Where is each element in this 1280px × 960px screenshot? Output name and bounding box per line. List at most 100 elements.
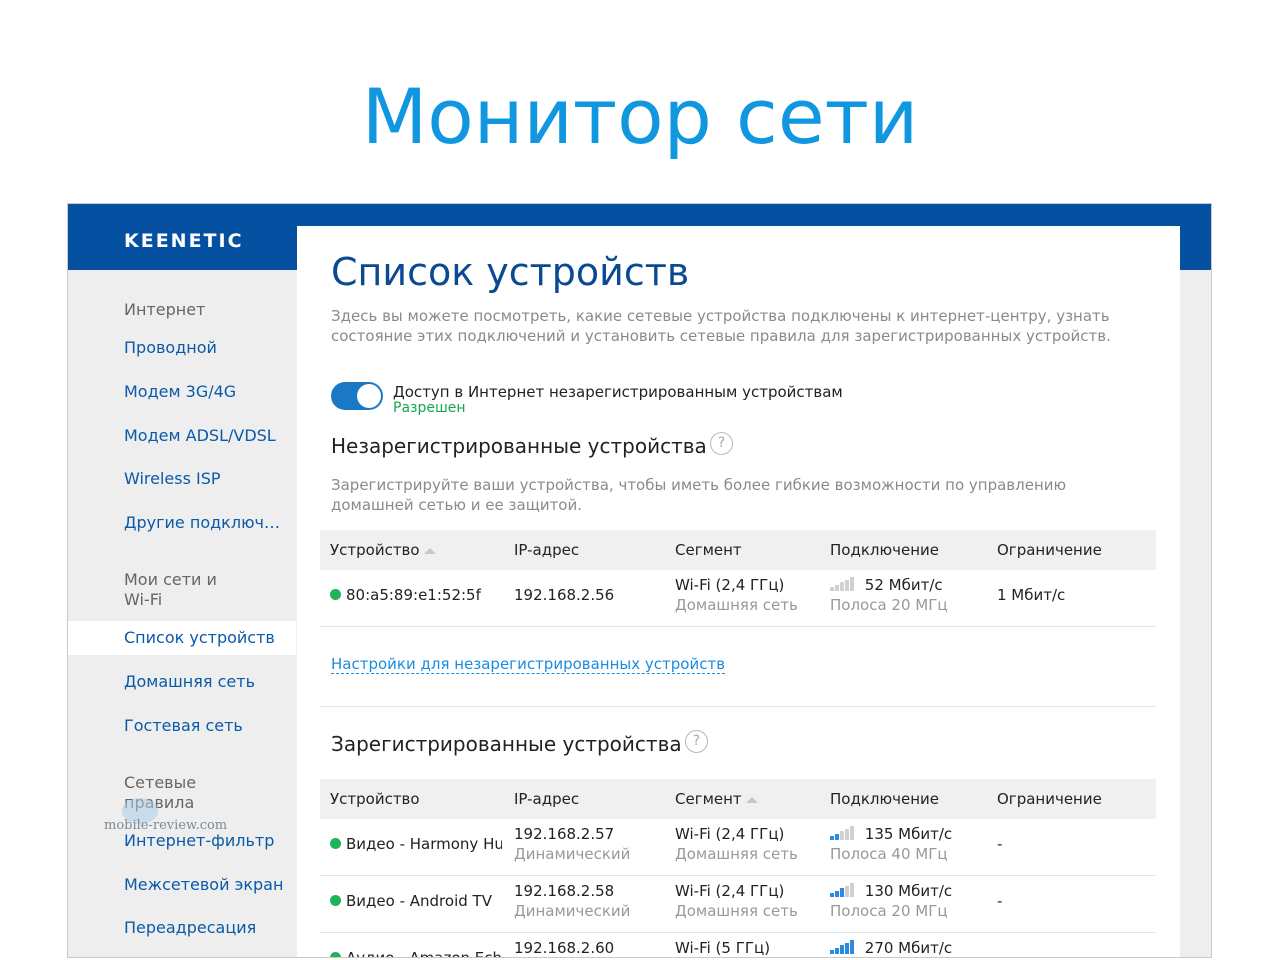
signal-bar <box>850 940 854 954</box>
limit-cell: - <box>997 892 1003 910</box>
unregistered-access-toggle[interactable] <box>331 382 383 410</box>
online-status-dot <box>330 895 341 906</box>
unregistered-description: Зарегистрируйте ваши устройства, чтобы и… <box>331 476 1067 514</box>
limit-cell: - <box>997 835 1003 853</box>
signal-bar <box>850 577 854 591</box>
column-ip[interactable]: IP-адрес <box>514 790 579 808</box>
slide-title: Монитор сети <box>361 72 919 161</box>
segment-cell: Wi-Fi (5 ГГц) <box>675 939 771 957</box>
signal-strength-icon <box>830 940 860 954</box>
sidebar-item-guest-network[interactable]: Гостевая сеть <box>124 716 289 735</box>
column-device[interactable]: Устройство <box>330 790 420 808</box>
segment-sub-cell: Домашняя сеть <box>675 902 798 920</box>
table-row[interactable]: Аудио - Amazon Echo 192.168.2.60 Wi-Fi (… <box>320 933 1156 957</box>
segment-cell: Wi-Fi (2,4 ГГц) <box>675 882 785 900</box>
sidebar: Интернет Проводной Модем 3G/4G Модем ADS… <box>68 270 296 957</box>
segment-sub-cell: Домашняя сеть <box>675 845 798 863</box>
sidebar-group-internet: Интернет <box>124 300 206 319</box>
sidebar-item-home-network[interactable]: Домашняя сеть <box>124 672 289 691</box>
signal-bar <box>835 890 839 897</box>
ip-cell: 192.168.2.58 <box>514 882 615 900</box>
signal-bar <box>830 836 834 840</box>
sidebar-item-modem-3g4g[interactable]: Модем 3G/4G <box>124 382 289 401</box>
online-status-dot <box>330 838 341 849</box>
table-row[interactable]: 80:a5:89:e1:52:5f 192.168.2.56 Wi-Fi (2,… <box>320 570 1156 627</box>
band-cell: Полоса 20 МГц <box>830 596 948 614</box>
signal-bar <box>850 826 854 840</box>
segment-cell: Wi-Fi (2,4 ГГц) <box>675 825 785 843</box>
signal-bar <box>845 828 849 840</box>
connection-cell: 135 Мбит/с <box>830 825 952 843</box>
online-status-dot <box>330 589 341 600</box>
sort-arrow-icon <box>423 547 436 554</box>
online-status-dot <box>330 952 341 957</box>
connection-cell: 270 Мбит/с <box>830 939 952 957</box>
device-cell: Видео - Harmony Hub <box>330 835 502 853</box>
signal-bar <box>840 582 844 591</box>
sidebar-item-firewall[interactable]: Межсетевой экран <box>124 875 289 894</box>
sidebar-group-networks: Мои сети и Wi-Fi <box>124 570 217 609</box>
column-connection[interactable]: Подключение <box>830 790 939 808</box>
unregistered-table-header: Устройство IP-адрес Сегмент Подключение … <box>320 530 1156 570</box>
sidebar-item-wired[interactable]: Проводной <box>124 338 289 357</box>
signal-bar <box>830 587 834 591</box>
toggle-status: Разрешен <box>393 400 466 416</box>
segment-cell: Wi-Fi (2,4 ГГц) <box>675 576 785 594</box>
column-segment[interactable]: Сегмент <box>675 790 758 808</box>
toggle-label: Доступ в Интернет незарегистрированным у… <box>393 383 843 401</box>
router-web-interface: KEENETIC Интернет Проводной Модем 3G/4G … <box>67 203 1212 958</box>
sidebar-item-wireless-isp[interactable]: Wireless ISP <box>124 469 289 488</box>
signal-bar <box>850 883 854 897</box>
main-panel: Список устройств Здесь вы можете посмотр… <box>297 226 1180 957</box>
column-ip[interactable]: IP-адрес <box>514 541 579 559</box>
signal-bar <box>845 942 849 954</box>
sidebar-item-modem-adsl[interactable]: Модем ADSL/VDSL <box>124 426 289 445</box>
device-cell: Аудио - Amazon Echo <box>330 949 502 957</box>
sidebar-item-device-list[interactable]: Список устройств <box>124 628 289 647</box>
signal-bar <box>840 945 844 954</box>
column-segment[interactable]: Сегмент <box>675 541 742 559</box>
table-row[interactable]: Видео - Harmony Hub 192.168.2.57 Динамич… <box>320 819 1156 876</box>
signal-bar <box>835 833 839 840</box>
help-icon[interactable]: ? <box>710 432 733 455</box>
signal-bar <box>845 579 849 591</box>
signal-strength-icon <box>830 883 860 897</box>
ip-cell: 192.168.2.60 <box>514 939 615 957</box>
page-description: Здесь вы можете посмотреть, какие сетевы… <box>331 307 1111 345</box>
signal-bar <box>835 584 839 591</box>
band-cell: Полоса 40 МГц <box>830 845 948 863</box>
signal-bar <box>845 885 849 897</box>
ip-type-cell: Динамический <box>514 845 631 863</box>
unregistered-settings-link[interactable]: Настройки для незарегистрированных устро… <box>331 655 726 674</box>
connection-cell: 52 Мбит/с <box>830 576 943 594</box>
signal-bar <box>835 947 839 954</box>
connection-cell: 130 Мбит/с <box>830 882 952 900</box>
ip-cell: 192.168.2.56 <box>514 586 615 604</box>
column-limit[interactable]: Ограничение <box>997 790 1102 808</box>
page-title: Список устройств <box>331 250 690 294</box>
ip-type-cell: Динамический <box>514 902 631 920</box>
sidebar-item-other-connections[interactable]: Другие подключе... <box>124 513 289 532</box>
sidebar-item-port-forwarding[interactable]: Переадресация <box>124 918 289 937</box>
column-connection[interactable]: Подключение <box>830 541 939 559</box>
signal-bar <box>840 888 844 897</box>
signal-strength-icon <box>830 577 860 591</box>
limit-cell: 1 Мбит/с <box>997 586 1066 604</box>
sidebar-item-internet-filter[interactable]: Интернет-фильтр <box>124 831 289 850</box>
column-limit[interactable]: Ограничение <box>997 541 1102 559</box>
column-device[interactable]: Устройство <box>330 541 436 559</box>
registered-table-header: Устройство IP-адрес Сегмент Подключение … <box>320 779 1156 819</box>
help-icon[interactable]: ? <box>685 730 708 753</box>
signal-bar <box>840 831 844 840</box>
signal-strength-icon <box>830 826 860 840</box>
device-cell: Видео - Android TV <box>330 892 502 910</box>
toggle-knob <box>357 384 381 408</box>
band-cell: Полоса 20 МГц <box>830 902 948 920</box>
signal-bar <box>830 950 834 954</box>
keenetic-logo[interactable]: KEENETIC <box>124 230 244 252</box>
signal-bar <box>830 893 834 897</box>
segment-sub-cell: Домашняя сеть <box>675 596 798 614</box>
registered-section-title: Зарегистрированные устройства <box>331 732 682 756</box>
table-row[interactable]: Видео - Android TV 192.168.2.58 Динамиче… <box>320 876 1156 933</box>
device-cell: 80:a5:89:e1:52:5f <box>330 586 502 604</box>
